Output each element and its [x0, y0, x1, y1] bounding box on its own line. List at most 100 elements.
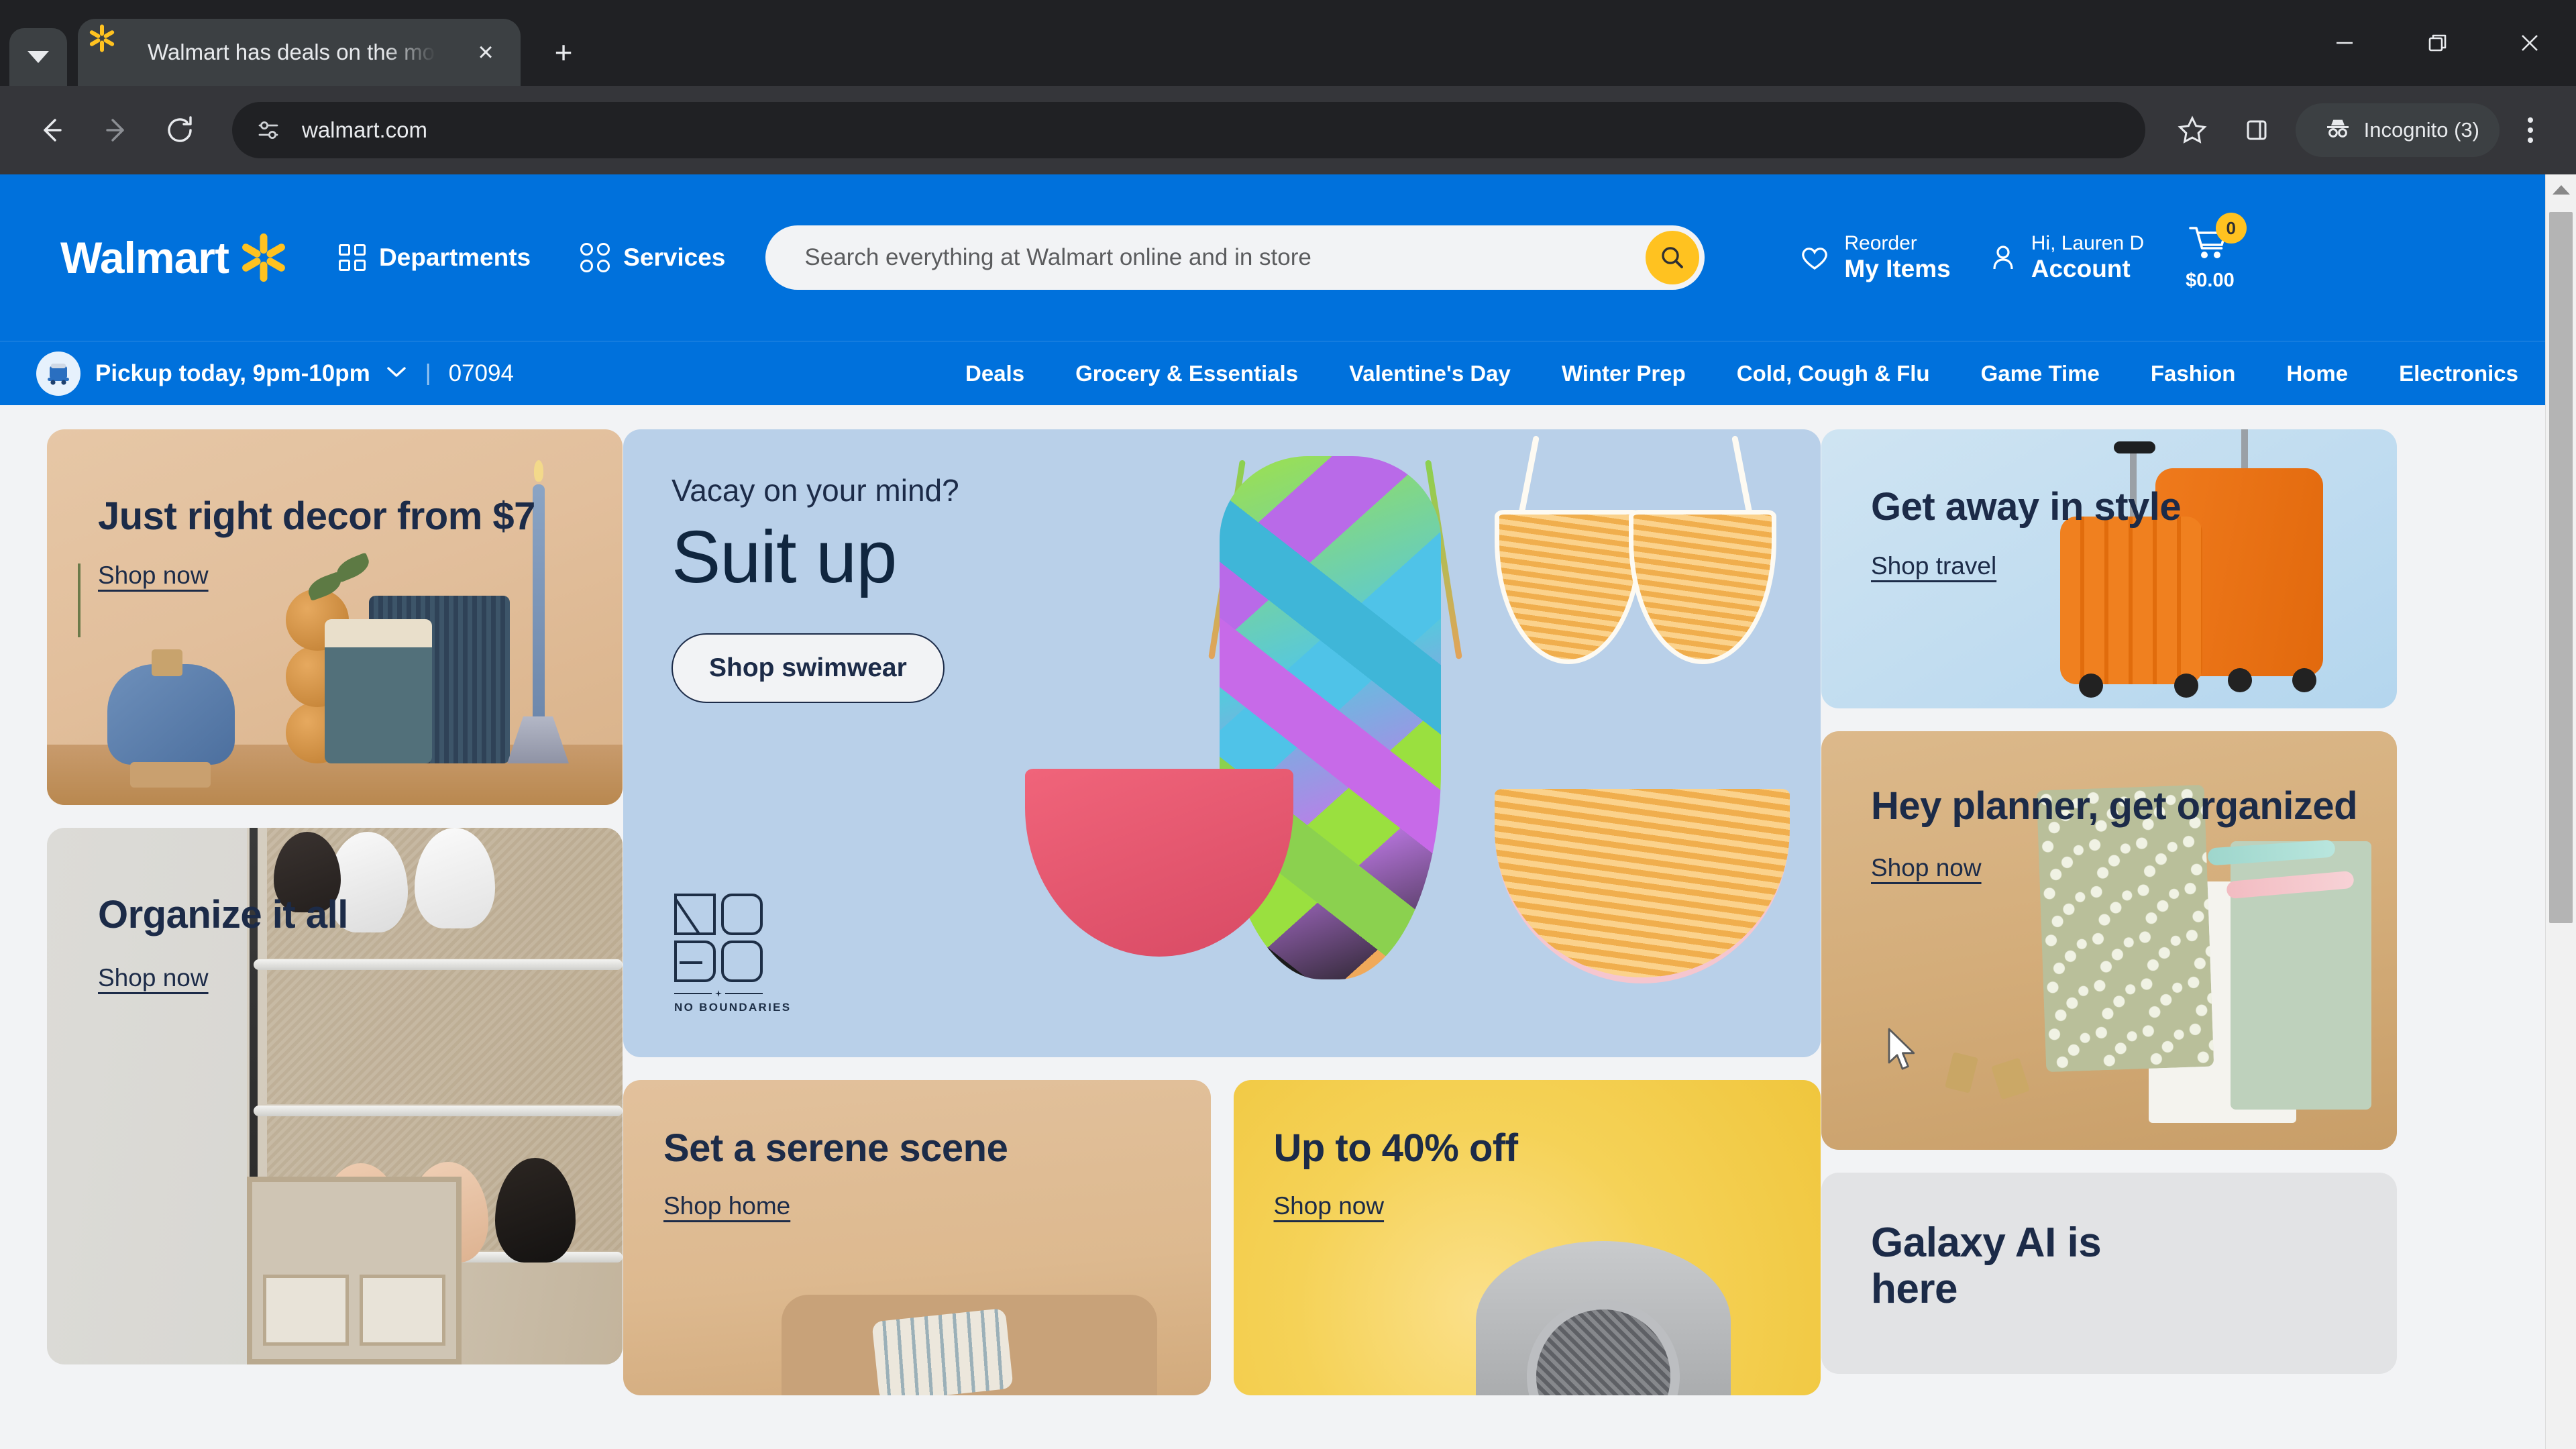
card-galaxy-title: Galaxy AI is here — [1871, 1220, 2102, 1313]
services-menu[interactable]: Services — [580, 243, 725, 272]
card-hero-swimwear[interactable]: Vacay on your mind? Suit up Shop swimwea… — [623, 429, 1821, 1057]
walmart-page: Walmart Departments Services Search ever… — [0, 174, 2545, 1449]
restore-window-icon[interactable] — [2391, 0, 2483, 86]
cart-total: $0.00 — [2186, 270, 2235, 291]
shop-swimwear-button[interactable]: Shop swimwear — [672, 633, 945, 703]
card-planner[interactable]: Hey planner, get organized Shop now — [1821, 731, 2397, 1150]
departments-label: Departments — [378, 244, 531, 271]
page-viewport: Walmart Departments Services Search ever… — [0, 174, 2576, 1449]
tab-strip: Walmart has deals on the most × + — [0, 0, 2576, 86]
nav-link-electronics[interactable]: Electronics — [2399, 361, 2518, 386]
chevron-down-icon — [28, 51, 49, 63]
profile-label: Incognito (3) — [2363, 118, 2479, 142]
close-tab-icon[interactable]: × — [467, 34, 504, 71]
account-label: Account — [2031, 255, 2131, 283]
walmart-logo[interactable]: Walmart — [60, 232, 289, 283]
greeting-label: Hi, Lauren D — [2031, 232, 2145, 255]
card-organize-title: Organize it all — [98, 893, 348, 936]
services-label: Services — [623, 244, 726, 271]
page-scrollbar[interactable] — [2545, 174, 2576, 1449]
card-travel-link[interactable]: Shop travel — [1871, 552, 1996, 580]
heart-icon — [1797, 240, 1832, 275]
nav-link-cold-flu[interactable]: Cold, Cough & Flu — [1737, 361, 1930, 386]
card-decor[interactable]: Just right decor from $7 Shop now — [47, 429, 623, 805]
person-icon — [1987, 241, 2019, 274]
hero-kicker: Vacay on your mind? — [672, 473, 959, 508]
nobo-tagline: NO BOUNDARIES — [674, 1001, 792, 1014]
departments-menu[interactable]: Departments — [338, 244, 531, 272]
side-panel-icon[interactable] — [2224, 98, 2289, 162]
swimwear-photo — [1018, 429, 1796, 1057]
forward-icon[interactable] — [83, 98, 148, 162]
secondary-nav: Pickup today, 9pm-10pm | 07094 Deals Gro… — [0, 341, 2545, 405]
nav-link-valentines[interactable]: Valentine's Day — [1349, 361, 1511, 386]
search-input[interactable] — [804, 244, 1646, 271]
tab-title: Walmart has deals on the most — [148, 40, 436, 64]
decor-photo — [47, 429, 623, 805]
tab-search-button[interactable] — [9, 28, 67, 86]
card-galaxy-ai[interactable]: Galaxy AI is here — [1821, 1173, 2397, 1374]
walmart-spark-icon — [238, 232, 289, 283]
card-sale-link[interactable]: Shop now — [1274, 1192, 1385, 1220]
card-serene[interactable]: Set a serene scene Shop home — [623, 1080, 1211, 1395]
walmart-wordmark: Walmart — [60, 233, 229, 282]
nav-link-deals[interactable]: Deals — [965, 361, 1024, 386]
middle-column: Vacay on your mind? Suit up Shop swimwea… — [623, 429, 1821, 1395]
back-icon[interactable] — [19, 98, 83, 162]
site-header: Walmart Departments Services Search ever… — [0, 174, 2545, 341]
store-pickup-icon — [36, 351, 80, 396]
card-organize-link[interactable]: Shop now — [98, 964, 209, 992]
card-travel[interactable]: Get away in style Shop travel — [1821, 429, 2397, 708]
browser-window: Walmart has deals on the most × + walmar… — [0, 0, 2576, 1449]
pickup-label: Pickup today, 9pm-10pm — [95, 360, 370, 386]
scroll-up-arrow-icon[interactable] — [2546, 174, 2576, 205]
card-planner-link[interactable]: Shop now — [1871, 854, 1982, 882]
kebab-menu-icon[interactable] — [2504, 98, 2557, 162]
cart-button[interactable]: 0 $0.00 — [2186, 213, 2247, 292]
card-sale-title: Up to 40% off — [1273, 1126, 1519, 1170]
nav-links: Deals Grocery & Essentials Valentine's D… — [965, 361, 2518, 386]
reorder-my-items-button[interactable]: Reorder My Items — [1797, 232, 1951, 283]
pickup-selector[interactable]: Pickup today, 9pm-10pm — [36, 351, 408, 396]
header-actions: Reorder My Items Hi, Lauren D Account 0 … — [1761, 213, 2247, 292]
address-bar-url: walmart.com — [302, 117, 428, 142]
search-box[interactable] — [765, 225, 1705, 290]
card-decor-link[interactable]: Shop now — [98, 561, 209, 590]
nav-link-winter-prep[interactable]: Winter Prep — [1562, 361, 1686, 386]
search-area — [765, 225, 1705, 290]
walmart-spark-favicon-icon — [89, 24, 130, 66]
card-serene-link[interactable]: Shop home — [663, 1192, 790, 1220]
card-sale[interactable]: Up to 40% off Shop now — [1233, 1080, 1821, 1395]
address-bar[interactable]: walmart.com — [232, 102, 2145, 158]
right-column: Get away in style Shop travel Hey planne… — [1821, 429, 2397, 1395]
nav-divider: | — [425, 360, 431, 386]
search-submit-button[interactable] — [1646, 231, 1700, 284]
account-button[interactable]: Hi, Lauren D Account — [1987, 232, 2144, 282]
homepage-grid: Just right decor from $7 Shop now Organi… — [0, 405, 2545, 1395]
hero-title: Suit up — [672, 516, 897, 598]
card-organize[interactable]: Organize it all Shop now — [47, 828, 623, 1364]
site-settings-tune-icon[interactable] — [250, 111, 287, 149]
grid-icon — [338, 244, 366, 271]
scrollbar-thumb[interactable] — [2549, 212, 2573, 923]
left-column: Just right decor from $7 Shop now Organi… — [47, 429, 623, 1395]
reload-icon[interactable] — [148, 98, 212, 162]
nav-link-game-time[interactable]: Game Time — [1981, 361, 2100, 386]
new-tab-button[interactable]: + — [538, 27, 589, 78]
bookmark-star-icon[interactable] — [2160, 98, 2224, 162]
nav-link-fashion[interactable]: Fashion — [2151, 361, 2236, 386]
nav-link-grocery[interactable]: Grocery & Essentials — [1075, 361, 1298, 386]
zip-code: 07094 — [448, 360, 514, 386]
chevron-down-icon — [385, 364, 408, 383]
reorder-label: Reorder — [1844, 232, 1917, 255]
nobo-brand-logo: NO BOUNDARIES — [674, 894, 791, 1014]
profile-incognito-button[interactable]: Incognito (3) — [2295, 103, 2500, 157]
nav-link-home[interactable]: Home — [2286, 361, 2348, 386]
window-controls — [2298, 0, 2576, 86]
card-travel-title: Get away in style — [1871, 485, 2182, 529]
my-items-label: My Items — [1844, 255, 1951, 283]
cart-count-badge: 0 — [2215, 213, 2247, 244]
minimize-window-icon[interactable] — [2298, 0, 2391, 86]
browser-tab[interactable]: Walmart has deals on the most × — [78, 19, 521, 86]
close-window-icon[interactable] — [2483, 0, 2576, 86]
